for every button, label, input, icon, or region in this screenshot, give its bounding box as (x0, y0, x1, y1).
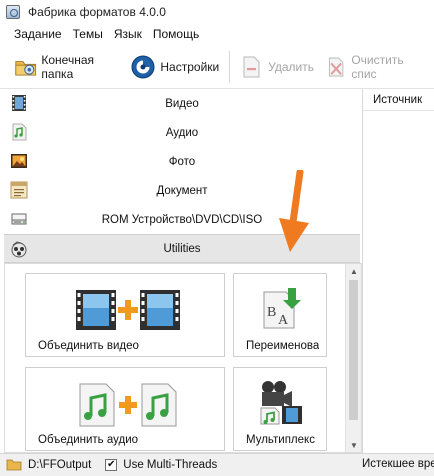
delete-button[interactable]: Удалить (238, 52, 314, 82)
scroll-down-arrow-icon[interactable]: ▼ (346, 438, 361, 452)
category-video[interactable]: Видео (4, 89, 360, 118)
multithread-label: Use Multi-Threads (123, 459, 218, 471)
toolbar-separator (229, 50, 231, 83)
checkmark-icon: ✔ (107, 459, 116, 470)
clear-list-button[interactable]: Очистить спис (324, 52, 424, 82)
output-path[interactable]: D:\FFOutput (28, 459, 91, 471)
settings-icon (131, 55, 155, 78)
audio-note-icon (12, 123, 27, 141)
menu-language[interactable]: Язык (114, 27, 142, 41)
menu-help[interactable]: Помощь (153, 27, 199, 41)
svg-text:B: B (267, 305, 276, 320)
output-folder-label: Конечная папка (41, 52, 95, 81)
film-icon (12, 95, 26, 111)
output-folder-button[interactable]: Конечная папка (14, 52, 120, 82)
menu-task[interactable]: Задание (14, 27, 62, 41)
category-video-label: Видео (165, 97, 199, 110)
svg-text:A: A (278, 313, 289, 328)
tile-join-audio-label: Объединить аудио (38, 434, 139, 446)
join-audio-icon (79, 383, 177, 427)
tile-rename[interactable]: B A Переименова (233, 273, 327, 357)
settings-button[interactable]: Настройки (130, 52, 219, 82)
rom-drive-icon (11, 213, 27, 225)
category-photo-label: Фото (168, 155, 196, 168)
menu-themes[interactable]: Темы (73, 27, 103, 41)
multithread-checkbox[interactable]: ✔ (105, 459, 118, 471)
category-document-label: Документ (156, 184, 208, 197)
delete-label: Удалить (268, 59, 314, 74)
document-icon (10, 181, 28, 199)
title-bar: Фабрика форматов 4.0.0 (0, 0, 434, 24)
scroll-thumb[interactable] (349, 280, 358, 420)
tile-multiplex[interactable]: Мультиплекс (233, 367, 327, 451)
category-audio-label: Аудио (165, 126, 199, 139)
tile-multiplex-label: Мультиплекс (246, 434, 315, 446)
rename-icon: B A (263, 288, 301, 329)
scroll-up-arrow-icon[interactable]: ▲ (346, 264, 361, 278)
tiles-scrollbar[interactable]: ▲ ▼ (345, 264, 361, 452)
clear-list-label: Очистить спис (351, 52, 404, 81)
join-video-icon (76, 290, 180, 330)
category-audio[interactable]: Аудио (4, 118, 360, 147)
utilities-icon (11, 241, 27, 258)
category-utilities-label: Utilities (163, 242, 201, 255)
category-rom-label: ROM Устройство\DVD\CD\ISO (101, 213, 263, 226)
window-title: Фабрика форматов 4.0.0 (28, 5, 166, 19)
elapsed-time-label: Истекшее время (362, 458, 434, 470)
tile-join-video[interactable]: Объединить видео (25, 273, 225, 357)
task-list-panel: Источник (362, 89, 434, 453)
tile-join-video-label: Объединить видео (38, 340, 139, 352)
delete-document-icon (243, 56, 260, 77)
tile-rename-label: Переименова (246, 340, 320, 352)
photo-icon (11, 154, 27, 168)
source-column-label: Источник (373, 93, 423, 106)
output-folder-icon (15, 60, 37, 76)
clear-list-icon (328, 57, 344, 76)
status-bar: D:\FFOutput ✔ Use Multi-Threads Истекшее… (0, 453, 434, 476)
pointer-arrow (279, 170, 309, 252)
toolbar: Конечная папка Настройки Удалить Очистит… (0, 45, 434, 89)
settings-label: Настройки (160, 59, 220, 74)
tile-join-audio[interactable]: Объединить аудио (25, 367, 225, 451)
menu-bar: Задание Темы Язык Помощь (0, 24, 434, 44)
folder-icon (6, 459, 22, 471)
source-column-header[interactable]: Источник (363, 89, 434, 111)
app-icon (6, 5, 20, 19)
utilities-tile-area: Объединить видео B A Переименова Объедин… (4, 263, 362, 453)
multiplex-icon (260, 381, 302, 425)
